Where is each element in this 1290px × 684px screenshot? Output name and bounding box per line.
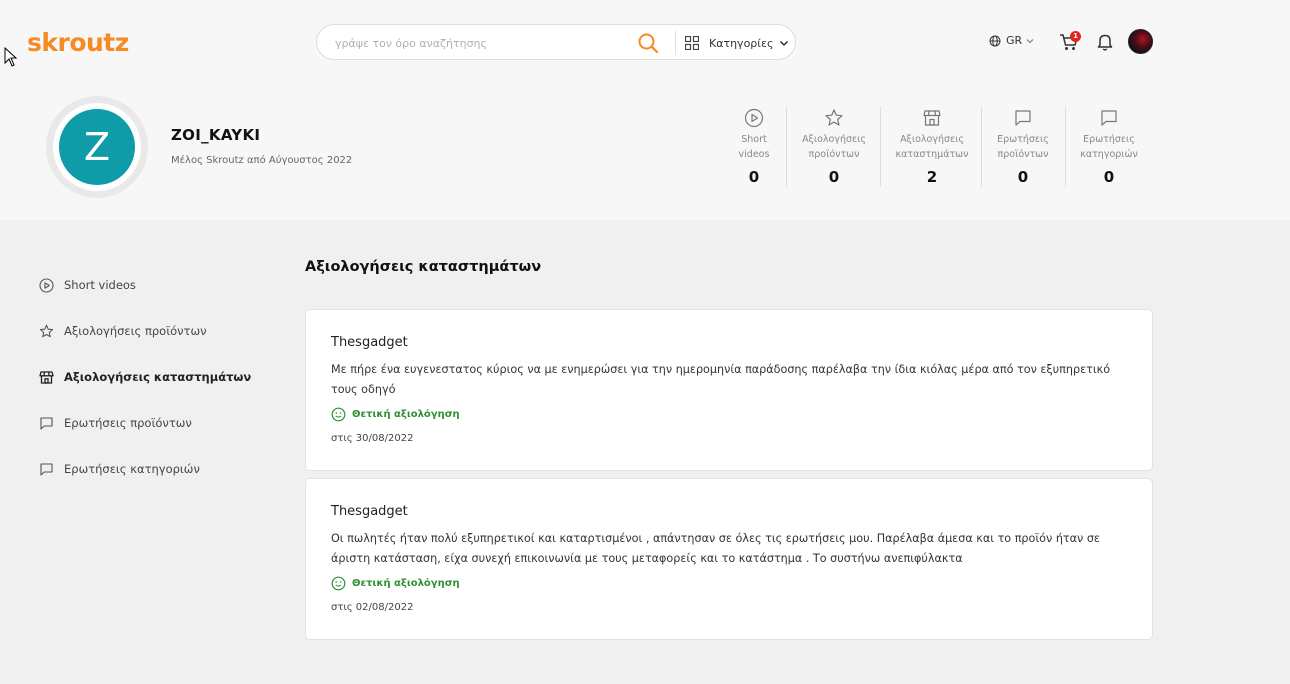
review-verdict: Θετική αξιολόγηση bbox=[331, 576, 460, 591]
stat-category-questions[interactable]: Ερωτήσεις κατηγοριών 0 bbox=[1076, 108, 1142, 186]
cart-count-badge: 1 bbox=[1070, 31, 1081, 42]
stat-divider bbox=[981, 107, 982, 187]
star-icon bbox=[39, 324, 54, 337]
language-selector[interactable]: GR bbox=[989, 34, 1039, 47]
stat-value: 0 bbox=[1103, 168, 1115, 186]
smiley-icon bbox=[331, 407, 346, 422]
chevron-down-icon bbox=[1026, 38, 1034, 43]
chat-icon bbox=[1101, 110, 1117, 126]
stat-label: Short videos bbox=[738, 134, 770, 160]
stat-shop-reviews[interactable]: Αξιολογήσεις καταστημάτων 2 bbox=[890, 108, 974, 186]
grid-icon bbox=[685, 36, 699, 50]
sidebar-item-short-videos[interactable]: Short videos bbox=[39, 262, 251, 308]
smiley-icon bbox=[331, 576, 346, 591]
page-title: Αξιολογήσεις καταστημάτων bbox=[305, 259, 542, 275]
user-avatar[interactable] bbox=[1128, 29, 1153, 54]
profile-username: ZOI_KAYKI bbox=[171, 126, 261, 144]
sidebar-item-label: Αξιολογήσεις καταστημάτων bbox=[64, 370, 252, 384]
review-verdict-label: Θετική αξιολόγηση bbox=[352, 578, 460, 589]
sidebar-item-label: Ερωτήσεις προϊόντων bbox=[64, 416, 192, 430]
sidebar-item-product-questions[interactable]: Ερωτήσεις προϊόντων bbox=[39, 400, 251, 446]
categories-label: Κατηγορίες bbox=[709, 36, 774, 50]
review-shop-name[interactable]: Thesgadget bbox=[331, 335, 408, 350]
stat-label: Αξιολογήσεις καταστημάτων bbox=[895, 134, 969, 160]
stat-short-videos[interactable]: Short videos 0 bbox=[730, 108, 778, 186]
stat-divider bbox=[880, 107, 881, 187]
profile-sidebar: Short videos Αξιολογήσεις προϊόντων Αξιο… bbox=[39, 262, 251, 492]
search-icon[interactable] bbox=[637, 32, 659, 54]
profile-avatar: Z bbox=[59, 109, 135, 185]
chat-icon bbox=[40, 416, 53, 430]
stat-product-questions[interactable]: Ερωτήσεις προϊόντων 0 bbox=[990, 108, 1056, 186]
stat-label: Ερωτήσεις κατηγοριών bbox=[1080, 134, 1138, 160]
play-circle-icon bbox=[744, 108, 764, 128]
play-circle-icon bbox=[39, 277, 54, 293]
stat-value: 0 bbox=[828, 168, 840, 186]
sidebar-item-label: Short videos bbox=[64, 278, 136, 292]
review-shop-name[interactable]: Thesgadget bbox=[331, 504, 408, 519]
profile-header: skroutz Κατηγορίες GR bbox=[0, 0, 1290, 220]
stat-product-reviews[interactable]: Αξιολογήσεις προϊόντων 0 bbox=[796, 108, 872, 186]
sidebar-item-product-reviews[interactable]: Αξιολογήσεις προϊόντων bbox=[39, 308, 251, 354]
review-date: στις 30/08/2022 bbox=[331, 433, 414, 444]
chat-icon bbox=[40, 462, 53, 476]
chat-icon bbox=[1015, 110, 1031, 126]
chevron-down-icon bbox=[780, 40, 789, 47]
sidebar-item-category-questions[interactable]: Ερωτήσεις κατηγοριών bbox=[39, 446, 251, 492]
globe-icon bbox=[989, 35, 1001, 46]
sidebar-item-shop-reviews[interactable]: Αξιολογήσεις καταστημάτων bbox=[39, 354, 251, 400]
sidebar-item-label: Ερωτήσεις κατηγοριών bbox=[64, 462, 200, 476]
stat-value: 0 bbox=[748, 168, 760, 186]
bell-icon[interactable] bbox=[1096, 32, 1114, 52]
store-icon bbox=[39, 370, 54, 384]
categories-button[interactable]: Κατηγορίες bbox=[685, 31, 793, 55]
mouse-cursor-icon bbox=[4, 47, 18, 67]
review-text: Οι πωλητές ήταν πολύ εξυπηρετικοί και κα… bbox=[331, 532, 1100, 565]
search-input[interactable] bbox=[335, 34, 635, 52]
language-label: GR bbox=[1006, 34, 1023, 47]
review-verdict: Θετική αξιολόγηση bbox=[331, 407, 460, 422]
stat-value: 0 bbox=[1017, 168, 1029, 186]
review-date: στις 02/08/2022 bbox=[331, 602, 414, 613]
stat-value: 2 bbox=[926, 168, 938, 186]
star-icon bbox=[825, 109, 843, 126]
review-text: Με πήρε ένα ευγενεστατος κύριος να με εν… bbox=[331, 363, 1111, 396]
stat-divider bbox=[1065, 107, 1066, 187]
review-card: Thesgadget Οι πωλητές ήταν πολύ εξυπηρετ… bbox=[305, 478, 1153, 640]
member-since: Μέλος Skroutz από Αύγουστος 2022 bbox=[171, 155, 353, 166]
skroutz-logo[interactable]: skroutz bbox=[27, 28, 129, 57]
sidebar-item-label: Αξιολογήσεις προϊόντων bbox=[64, 324, 207, 338]
stat-divider bbox=[786, 107, 787, 187]
stat-label: Ερωτήσεις προϊόντων bbox=[997, 134, 1049, 160]
stat-label: Αξιολογήσεις προϊόντων bbox=[802, 134, 866, 160]
search-bar: Κατηγορίες bbox=[316, 24, 796, 60]
review-verdict-label: Θετική αξιολόγηση bbox=[352, 409, 460, 420]
review-card: Thesgadget Με πήρε ένα ευγενεστατος κύρι… bbox=[305, 309, 1153, 471]
search-divider bbox=[675, 31, 676, 55]
profile-avatar-ring: Z bbox=[46, 96, 148, 198]
store-icon bbox=[923, 110, 941, 126]
